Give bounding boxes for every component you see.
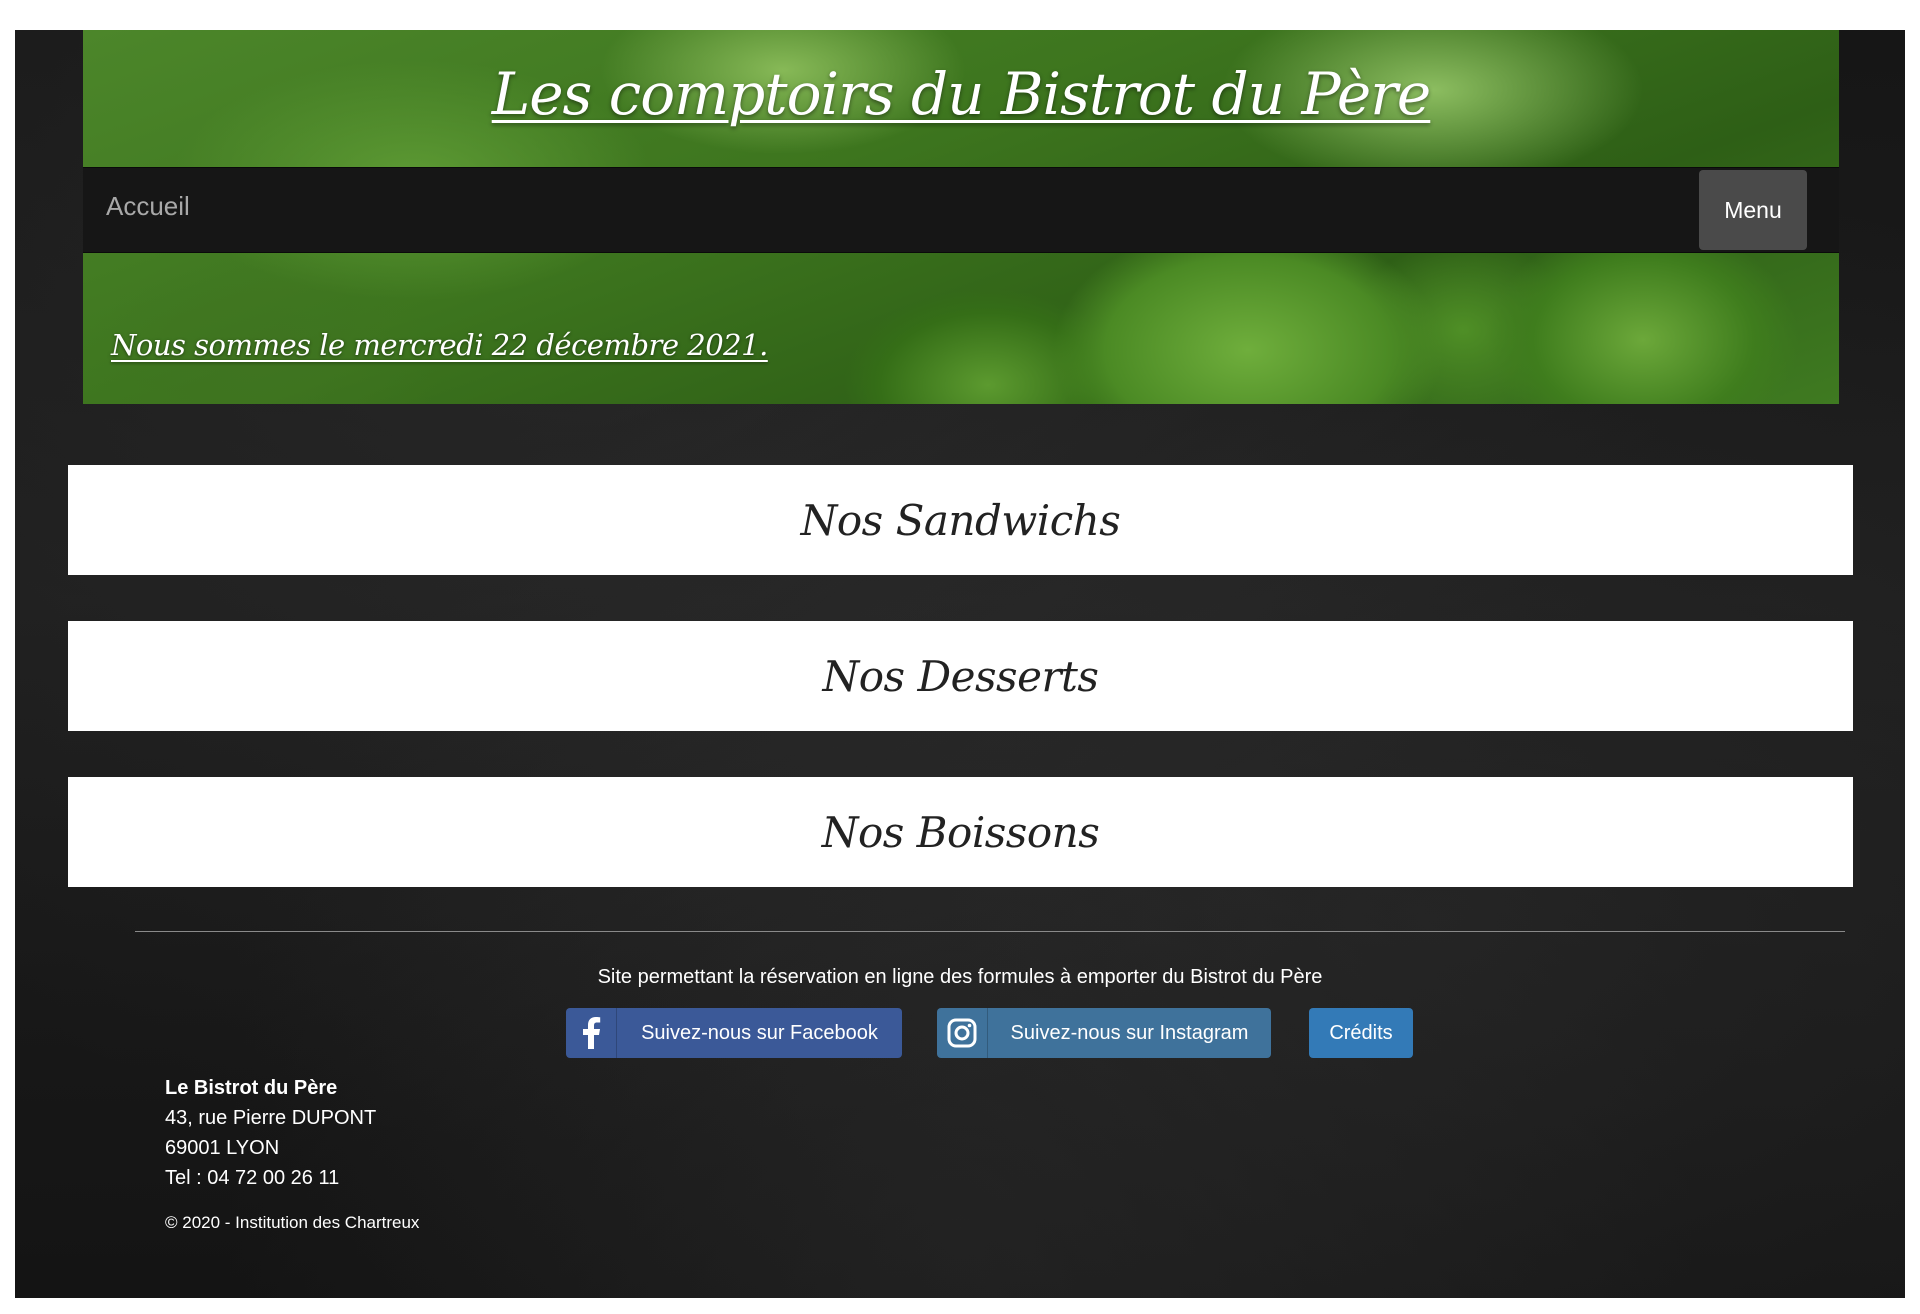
navbar: Accueil Menu bbox=[83, 167, 1839, 253]
footer-divider bbox=[135, 931, 1845, 932]
category-boissons[interactable]: Nos Boissons bbox=[68, 777, 1853, 887]
instagram-button[interactable]: Suivez-nous sur Instagram bbox=[937, 1008, 1271, 1058]
category-sandwichs[interactable]: Nos Sandwichs bbox=[68, 465, 1853, 575]
facebook-icon bbox=[566, 1008, 617, 1058]
instagram-label: Suivez-nous sur Instagram bbox=[1010, 1021, 1249, 1044]
footer-tagline: Site permettant la réservation en ligne … bbox=[597, 966, 1323, 988]
instagram-icon bbox=[937, 1008, 988, 1058]
category-label: Nos Sandwichs bbox=[800, 495, 1121, 545]
credits-button[interactable]: Crédits bbox=[1309, 1008, 1413, 1058]
copyright: © 2020 - Institution des Chartreux bbox=[165, 1213, 420, 1232]
header-banner: Les comptoirs du Bistrot du Père Accueil… bbox=[83, 30, 1839, 404]
current-date: Nous sommes le mercredi 22 décembre 2021… bbox=[111, 328, 768, 362]
category-label: Nos Boissons bbox=[821, 807, 1100, 857]
facebook-label: Suivez-nous sur Facebook bbox=[641, 1021, 878, 1044]
facebook-button[interactable]: Suivez-nous sur Facebook bbox=[566, 1008, 902, 1058]
address-street: 43, rue Pierre DUPONT bbox=[165, 1107, 377, 1129]
nav-home-link[interactable]: Accueil bbox=[106, 191, 190, 222]
menu-button[interactable]: Menu bbox=[1699, 170, 1807, 250]
site-title-link[interactable]: Les comptoirs du Bistrot du Père bbox=[83, 60, 1839, 128]
address-city: 69001 LYON bbox=[165, 1137, 280, 1159]
restaurant-name: Le Bistrot du Père bbox=[165, 1077, 338, 1099]
address-phone: Tel : 04 72 00 26 11 bbox=[165, 1167, 340, 1189]
category-label: Nos Desserts bbox=[822, 651, 1099, 701]
category-desserts[interactable]: Nos Desserts bbox=[68, 621, 1853, 731]
credits-label: Crédits bbox=[1329, 1021, 1393, 1044]
footer-address: Le Bistrot du Père 43, rue Pierre DUPONT… bbox=[165, 1073, 376, 1193]
page-frame: Les comptoirs du Bistrot du Père Accueil… bbox=[15, 30, 1905, 1298]
